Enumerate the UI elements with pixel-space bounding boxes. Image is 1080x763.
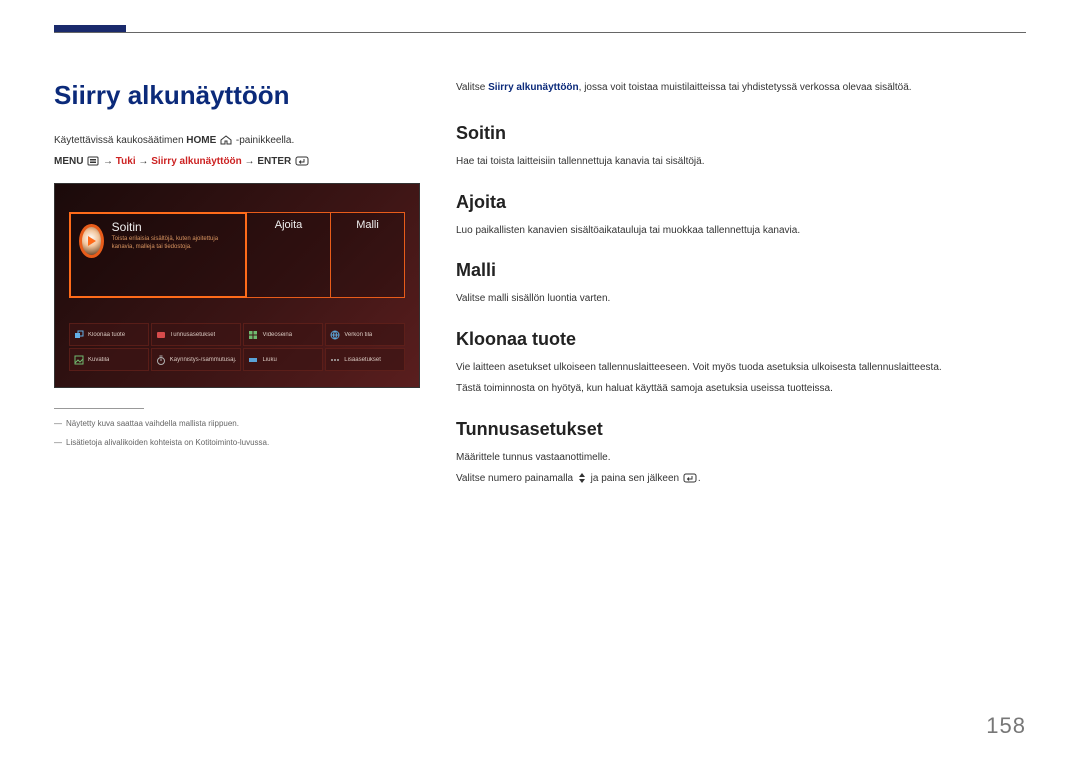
intro-suffix: -painikkeella. (236, 135, 294, 146)
page-body: Siirry alkunäyttöön Käytettävissä kaukos… (54, 80, 1026, 723)
intro-prefix: Käytettävissä kaukosäätimen (54, 135, 186, 146)
tunnus-d2-mid: ja paina sen jälkeen (591, 473, 682, 484)
section-kloonaa-desc2: Tästä toiminnosta on hyötyä, kun haluat … (456, 381, 1026, 397)
grid-cell-4[interactable]: Kuvatila (69, 348, 149, 371)
header-divider (54, 32, 1026, 33)
tile-player[interactable]: Soitin Toista erilaisia sisältöjä, kuten… (69, 212, 247, 298)
grid-cell-label: Videoseinä (262, 332, 292, 338)
ticker-icon (248, 355, 258, 365)
footnotes: Näytetty kuva saattaa vaihdella mallista… (54, 408, 420, 447)
menu-icon (87, 156, 99, 169)
play-icon (79, 224, 104, 258)
footnote-1: Näytetty kuva saattaa vaihdella mallista… (54, 419, 420, 428)
lead-suffix: , jossa voit toistaa muistilaitteissa ta… (579, 82, 912, 93)
home-key-label: HOME (186, 135, 216, 146)
grid-cell-label: Kloonaa tuote (88, 332, 125, 338)
more-icon (330, 355, 340, 365)
grid-cell-6[interactable]: Liuku (243, 348, 323, 371)
section-tunnus-desc1: Määrittele tunnus vastaanottimelle. (456, 450, 1026, 466)
clone-icon (74, 330, 84, 340)
tile-player-label: Soitin (112, 220, 237, 234)
grid-cell-7[interactable]: Lisäasetukset (325, 348, 405, 371)
section-malli-desc: Valitse malli sisällön luontia varten. (456, 291, 1026, 307)
right-column: Valitse Siirry alkunäyttöön, jossa voit … (456, 80, 1026, 723)
header-accent-block (54, 25, 126, 32)
section-tunnus-desc2: Valitse numero painamalla ja paina sen j… (456, 471, 1026, 489)
section-soitin-title: Soitin (456, 123, 1026, 144)
enter-icon-2 (683, 473, 697, 489)
section-malli-title: Malli (456, 260, 1026, 281)
section-ajoita-title: Ajoita (456, 192, 1026, 213)
grid-cell-3[interactable]: Verkon tila (325, 323, 405, 346)
grid-cell-0[interactable]: Kloonaa tuote (69, 323, 149, 346)
section-soitin-desc: Hae tai toista laitteisiin tallennettuja… (456, 154, 1026, 170)
id-icon (156, 330, 166, 340)
net-icon (330, 330, 340, 340)
ui-screenshot: Soitin Toista erilaisia sisältöjä, kuten… (54, 183, 420, 388)
grid-cell-1[interactable]: Tunnusasetukset (151, 323, 242, 346)
path-seg-siirry: Siirry alkunäyttöön (151, 156, 242, 167)
lead-prefix: Valitse (456, 82, 488, 93)
grid-cell-label: Tunnusasetukset (170, 332, 215, 338)
lead-paragraph: Valitse Siirry alkunäyttöön, jossa voit … (456, 80, 1026, 95)
grid-cell-label: Kuvatila (88, 357, 109, 363)
left-column: Siirry alkunäyttöön Käytettävissä kaukos… (54, 80, 420, 723)
path-seg-tuki: Tuki (116, 156, 136, 167)
menu-key: MENU (54, 156, 83, 167)
picture-icon (74, 355, 84, 365)
tile-player-info: Soitin Toista erilaisia sisältöjä, kuten… (112, 220, 237, 251)
footnote-2: Lisätietoja alivalikoiden kohteista on K… (54, 438, 420, 447)
section-ajoita-desc: Luo paikallisten kanavien sisältöaikatau… (456, 223, 1026, 239)
tunnus-d2-prefix: Valitse numero painamalla (456, 473, 576, 484)
home-icon (220, 135, 232, 148)
tile-schedule[interactable]: Ajoita (247, 212, 331, 298)
grid-cell-label: Käynnistys-/sammutusaj. (170, 357, 237, 363)
tile-schedule-label: Ajoita (275, 219, 303, 231)
grid-cell-label: Verkon tila (344, 332, 372, 338)
timer-icon (156, 355, 166, 365)
menu-path: MENU → Tuki → Siirry alkunäyttöön → ENTE… (54, 156, 420, 169)
section-kloonaa-desc1: Vie laitteen asetukset ulkoiseen tallenn… (456, 360, 1026, 376)
enter-key: ENTER (257, 156, 291, 167)
tile-template[interactable]: Malli (331, 212, 405, 298)
page-title: Siirry alkunäyttöön (54, 80, 420, 111)
section-tunnus-title: Tunnusasetukset (456, 419, 1026, 440)
tiles-row: Soitin Toista erilaisia sisältöjä, kuten… (69, 212, 405, 298)
tile-player-desc: Toista erilaisia sisältöjä, kuten ajoite… (112, 236, 237, 251)
bottom-grid: Kloonaa tuote Tunnusasetukset Videoseinä Ve… (69, 323, 405, 371)
tile-template-label: Malli (356, 219, 379, 231)
updown-icon (577, 473, 587, 489)
lead-highlight: Siirry alkunäyttöön (488, 82, 579, 93)
footnote-rule (54, 408, 144, 409)
grid-cell-2[interactable]: Videoseinä (243, 323, 323, 346)
page-number: 158 (986, 713, 1026, 739)
grid-cell-label: Lisäasetukset (344, 357, 381, 363)
video-icon (248, 330, 258, 340)
grid-cell-label: Liuku (262, 357, 276, 363)
enter-icon (295, 156, 309, 169)
section-kloonaa-title: Kloonaa tuote (456, 329, 1026, 350)
grid-cell-5[interactable]: Käynnistys-/sammutusaj. (151, 348, 242, 371)
intro-line: Käytettävissä kaukosäätimen HOME -painik… (54, 135, 420, 148)
